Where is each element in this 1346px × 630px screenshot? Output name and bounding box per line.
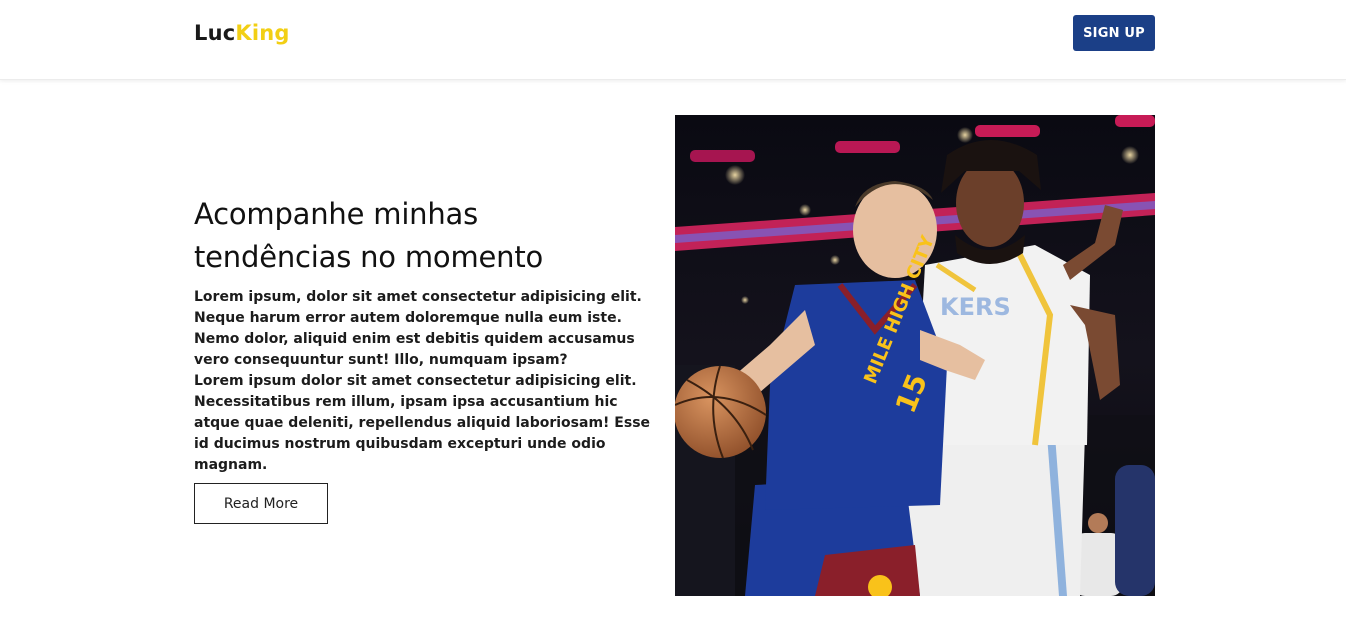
logo-text-primary: Luc — [194, 21, 236, 45]
basketball-photo-illustration: KERS MILE HIGH CITY 15 — [675, 115, 1155, 596]
sign-up-button[interactable]: SIGN UP — [1073, 15, 1155, 51]
basketball-photo: KERS MILE HIGH CITY 15 — [675, 115, 1155, 596]
hero-description: Lorem ipsum, dolor sit amet consectetur … — [194, 287, 654, 476]
hero-headline: Acompanhe minhas tendências no momento — [194, 197, 544, 274]
logo-text-accent: King — [235, 21, 290, 45]
hero-paragraph-2: Lorem ipsum dolor sit amet consectetur a… — [194, 373, 651, 473]
site-header: LucKing SIGN UP — [0, 0, 1346, 80]
lakers-jersey-text: KERS — [940, 293, 1011, 321]
brand-logo[interactable]: LucKing — [194, 20, 290, 46]
basketball-icon — [675, 365, 767, 459]
read-more-button[interactable]: Read More — [194, 483, 328, 524]
hero-paragraph-1: Lorem ipsum, dolor sit amet consectetur … — [194, 289, 642, 368]
